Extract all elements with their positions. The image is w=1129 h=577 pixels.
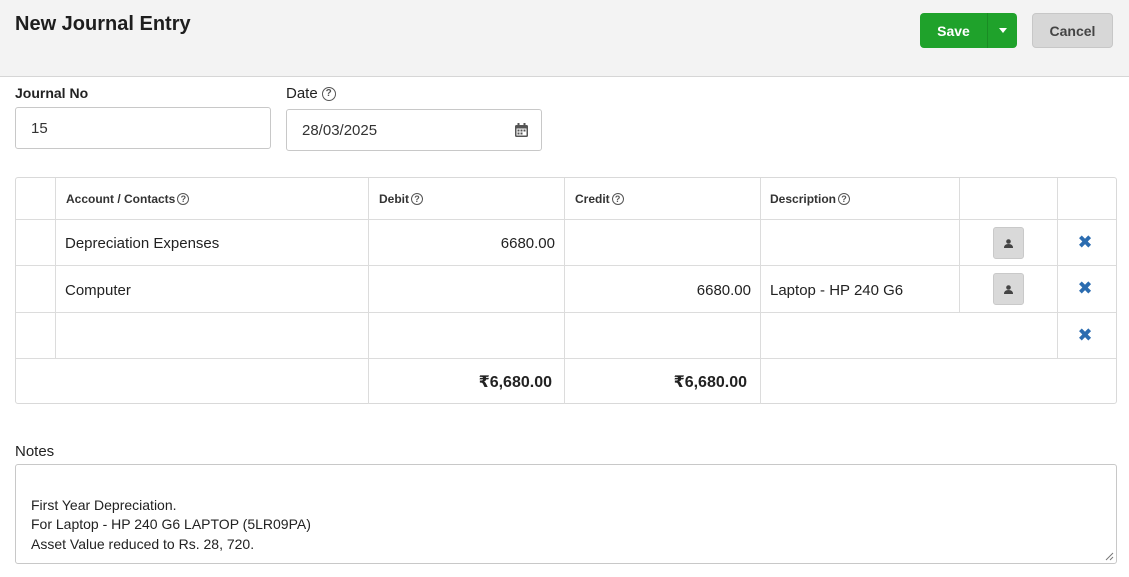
column-header-credit-label: Credit [575,192,610,206]
journal-no-value: 15 [31,119,48,137]
user-icon [1004,284,1013,294]
date-input[interactable]: 28/03/2025 [286,109,542,151]
contact-button[interactable] [993,227,1024,259]
notes-label: Notes [15,443,55,460]
credit-cell[interactable] [565,314,751,359]
column-header-debit-label: Debit [379,192,409,206]
page-header: New Journal Entry Save Cancel [0,0,1129,77]
account-cell[interactable]: Depreciation Expenses [56,221,368,266]
journal-lines-table: Account / Contacts ? Debit ? Credit ? De… [15,177,1117,404]
date-label: Date ? [286,85,336,102]
save-button[interactable]: Save [920,13,987,48]
column-header-description: Description ? [770,178,950,220]
question-circle-icon[interactable]: ? [838,193,851,205]
date-label-text: Date [286,85,318,102]
caret-down-icon [998,28,1007,33]
cancel-button[interactable]: Cancel [1032,13,1113,48]
remove-row-icon[interactable]: ✖ [1077,233,1092,251]
journal-no-label-text: Journal No [15,85,89,101]
debit-cell[interactable] [369,267,555,313]
column-header-credit: Credit ? [575,178,755,220]
column-header-description-label: Description [770,192,837,206]
question-circle-icon[interactable]: ? [177,193,190,205]
description-cell[interactable] [761,314,1057,359]
question-circle-icon[interactable]: ? [411,193,423,205]
notes-text: First Year Depreciation. For Laptop - HP… [31,496,311,552]
save-button-group: Save [920,13,1017,48]
column-header-account-label: Account / Contacts [66,192,176,206]
column-divider [959,178,960,313]
question-circle-icon[interactable]: ? [611,193,624,205]
description-cell[interactable] [761,221,959,266]
total-debit: ₹6,680.00 [478,374,552,391]
journal-no-label: Journal No [15,85,88,101]
column-header-debit: Debit ? [379,178,559,220]
column-header-account: Account / Contacts ? [66,178,366,220]
total-credit: ₹6,680.00 [673,374,747,391]
account-cell[interactable]: Computer [56,267,368,313]
debit-cell[interactable]: 6680.00 [369,221,555,266]
page-title: New Journal Entry [15,13,191,35]
remove-row-icon[interactable]: ✖ [1077,326,1092,344]
date-value: 28/03/2025 [302,121,378,139]
credit-cell[interactable]: 6680.00 [565,267,751,313]
journal-no-input[interactable]: 15 [15,107,271,149]
credit-cell[interactable] [565,221,751,266]
user-icon [1004,238,1013,248]
resize-grip-icon[interactable] [1105,552,1114,561]
description-cell[interactable]: Laptop - HP 240 G6 [761,267,959,313]
contact-button[interactable] [993,273,1024,305]
column-divider [1057,178,1058,359]
account-cell[interactable] [56,314,368,359]
debit-cell[interactable] [369,314,555,359]
notes-textarea[interactable]: First Year Depreciation. For Laptop - HP… [15,464,1117,564]
remove-row-icon[interactable]: ✖ [1077,279,1092,297]
calendar-icon[interactable] [515,123,528,137]
question-circle-icon[interactable]: ? [321,86,336,101]
save-options-dropdown[interactable] [987,13,1017,48]
